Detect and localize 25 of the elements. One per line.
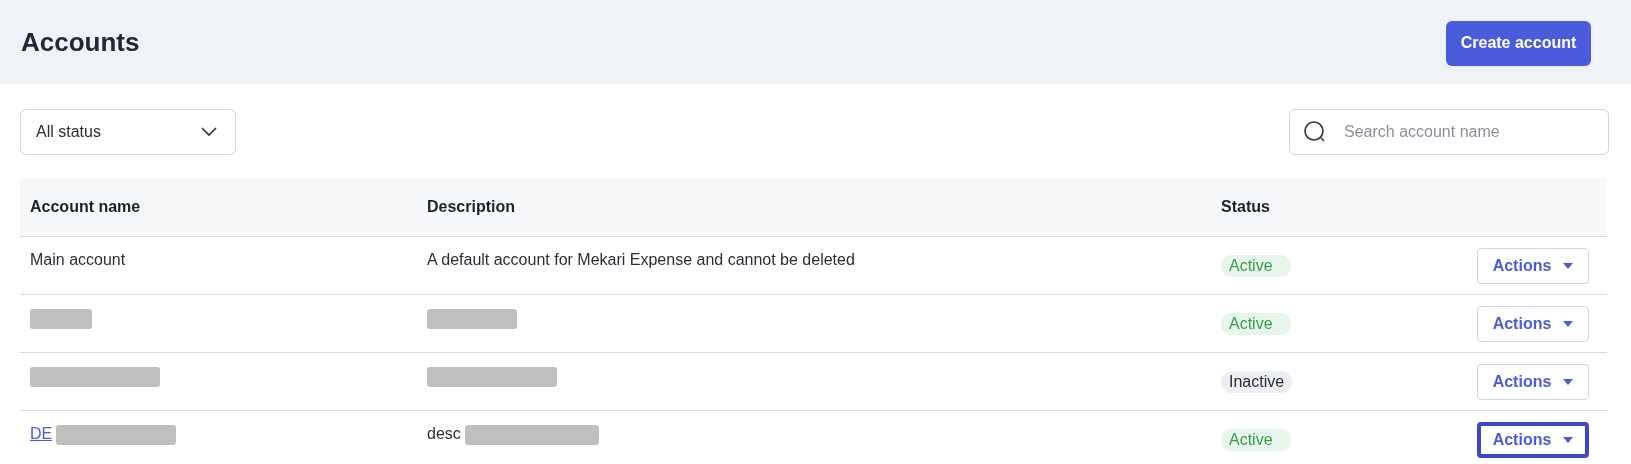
account-link[interactable]: DE: [30, 425, 53, 443]
status-badge: Active: [1221, 254, 1291, 277]
account-description: A default account for Mekari Expense and cannot be deleted: [427, 251, 855, 269]
actions-dropdown-button[interactable]: Actions: [1477, 363, 1589, 400]
actions-dropdown-button[interactable]: Actions: [1477, 421, 1589, 458]
actions-dropdown-button[interactable]: Actions: [1477, 247, 1589, 284]
column-header: Status: [1220, 198, 1271, 216]
caret-down-icon: [1563, 262, 1574, 269]
chevron-down-icon: [201, 127, 217, 137]
search-field[interactable]: Search account name: [1289, 109, 1609, 155]
actions-dropdown-button[interactable]: Actions: [1477, 305, 1589, 342]
caret-down-icon: [1563, 320, 1574, 327]
column-header: Account name: [29, 198, 142, 216]
account-description: desc: [427, 425, 461, 443]
status-badge: Active: [1221, 428, 1291, 451]
caret-down-icon: [1563, 378, 1574, 385]
caret-down-icon: [1563, 436, 1574, 443]
status-badge: Active: [1221, 312, 1291, 335]
status-dropdown[interactable]: All status: [20, 109, 236, 155]
page-title: Accounts: [21, 26, 140, 58]
search-icon: [1303, 120, 1327, 144]
column-header: Description: [426, 198, 516, 216]
account-name: Main account: [30, 251, 126, 269]
status-badge: Inactive: [1221, 370, 1293, 393]
create-account-button[interactable]: Create account: [1446, 20, 1591, 66]
